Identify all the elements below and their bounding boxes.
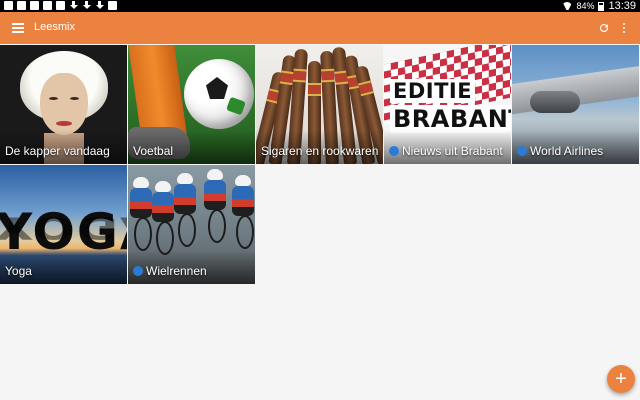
tile-sigaren-en-rookwaren[interactable]: Sigaren en rookwaren xyxy=(256,45,383,164)
status-notification-icons xyxy=(4,1,117,10)
app-title: Leesmix xyxy=(34,21,75,33)
plus-icon: + xyxy=(615,368,627,390)
tile-nieuws-uit-brabant[interactable]: EDITIE BRABANT Nieuws uit Brabant xyxy=(384,45,511,164)
tile-label: Sigaren en rookwaren xyxy=(261,144,379,158)
yoga-word-reflection: YOGA xyxy=(0,210,127,245)
brabant-logo-line1: EDITIE xyxy=(390,79,476,103)
status-bar: 84% 13:39 xyxy=(0,0,640,12)
notification-icon xyxy=(56,1,65,10)
status-dot-icon xyxy=(389,146,399,156)
add-button[interactable]: + xyxy=(607,365,635,393)
brabant-logo-line2: BRABANT xyxy=(390,105,511,133)
camera-icon xyxy=(108,1,117,10)
overflow-menu-icon[interactable] xyxy=(620,22,628,34)
notification-icon xyxy=(17,1,26,10)
tile-label: De kapper vandaag xyxy=(5,144,110,158)
tile-yoga[interactable]: YOGA YOGA Yoga xyxy=(0,165,127,284)
notification-icon xyxy=(43,1,52,10)
tile-label: Nieuws uit Brabant xyxy=(389,144,509,158)
download-icon xyxy=(95,1,104,10)
app-bar: Leesmix xyxy=(0,12,640,44)
battery-percent: 84% xyxy=(576,1,595,11)
refresh-icon[interactable] xyxy=(598,22,610,34)
notification-icon xyxy=(4,1,13,10)
battery-icon xyxy=(598,1,605,11)
download-icon xyxy=(82,1,91,10)
tile-world-airlines[interactable]: World Airlines xyxy=(512,45,639,164)
status-time: 13:39 xyxy=(608,0,636,12)
tile-wielrennen[interactable]: Wielrennen xyxy=(128,165,255,284)
tile-de-kapper-vandaag[interactable]: De kapper vandaag xyxy=(0,45,127,164)
status-dot-icon xyxy=(517,146,527,156)
download-icon xyxy=(69,1,78,10)
menu-icon[interactable] xyxy=(12,23,24,33)
tile-label: Wielrennen xyxy=(133,264,253,278)
tile-voetbal[interactable]: Voetbal xyxy=(128,45,255,164)
tile-label: World Airlines xyxy=(517,144,637,158)
tile-label: Voetbal xyxy=(133,144,174,158)
tile-label: Yoga xyxy=(5,264,32,278)
status-dot-icon xyxy=(133,266,143,276)
wifi-icon xyxy=(562,2,572,10)
notification-icon xyxy=(30,1,39,10)
